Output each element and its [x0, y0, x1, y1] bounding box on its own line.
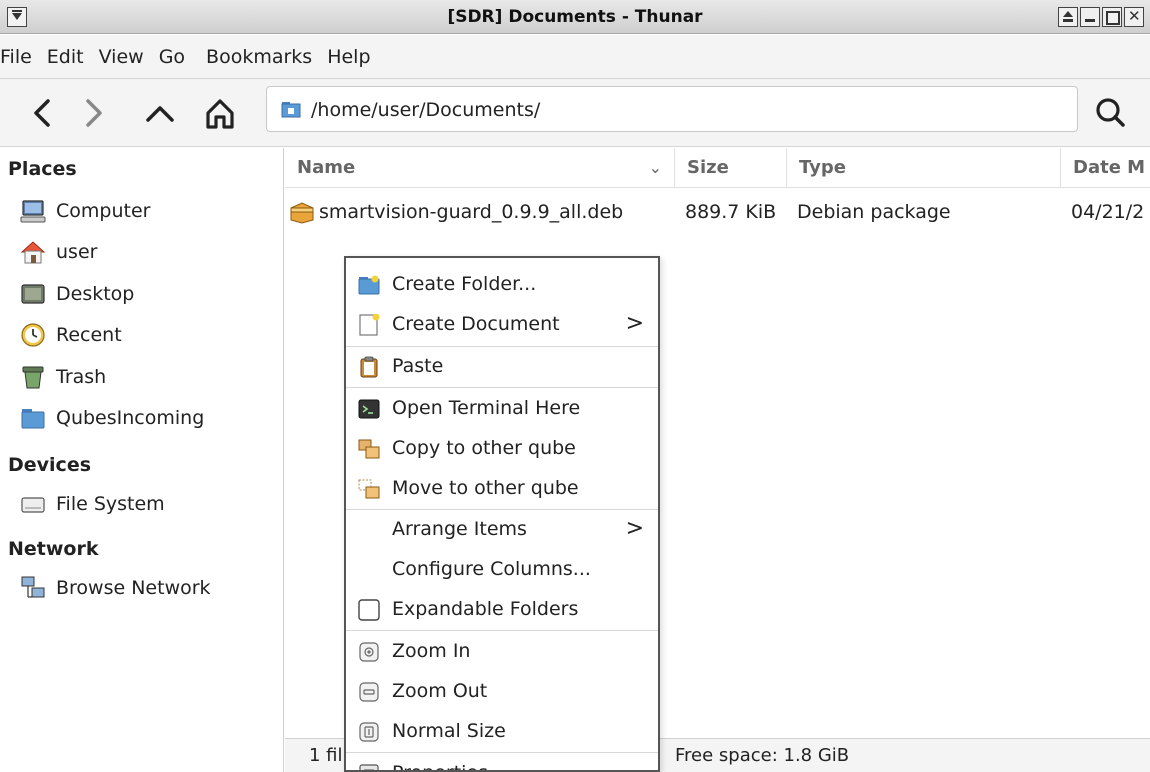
menu-item-arrange-items[interactable]: Arrange Items >	[346, 509, 658, 549]
drive-icon	[21, 497, 45, 513]
menu-item-create-folder[interactable]: Create Folder...	[346, 264, 658, 304]
up-icon[interactable]	[140, 93, 180, 133]
window-title: [SDR] Documents - Thunar	[447, 7, 703, 27]
network-icon	[21, 576, 45, 598]
menu-view[interactable]: View	[91, 35, 151, 79]
sidebar-item-qubesincoming[interactable]: QubesIncoming	[20, 401, 204, 435]
menu-item-configure-columns[interactable]: Configure Columns...	[346, 549, 658, 589]
location-bar[interactable]: /home/user/Documents/	[266, 86, 1078, 132]
title-bar: [SDR] Documents - Thunar	[0, 0, 1150, 34]
menu-help[interactable]: Help	[319, 35, 377, 79]
window-controls	[1058, 7, 1144, 27]
close-button[interactable]	[1124, 7, 1144, 27]
copy-qube-icon	[358, 439, 380, 459]
new-folder-icon	[358, 275, 380, 295]
desktop-icon	[21, 284, 45, 304]
zoom-out-icon	[359, 682, 379, 702]
new-document-icon	[359, 314, 380, 336]
trash-icon	[22, 366, 44, 389]
sidebar-header-devices: Devices	[8, 454, 92, 476]
search-icon[interactable]	[1090, 92, 1130, 132]
column-header-date[interactable]: Date M	[1061, 148, 1150, 188]
context-menu: Create Folder... Create Document > Paste…	[344, 256, 660, 772]
file-type: Debian package	[797, 201, 951, 223]
menu-bookmarks[interactable]: Bookmarks	[192, 35, 319, 79]
menu-item-normal-size[interactable]: Normal Size	[346, 711, 658, 751]
chevron-right-icon: >	[625, 311, 644, 336]
maximize-button[interactable]	[1102, 7, 1122, 27]
computer-icon	[20, 200, 46, 223]
terminal-icon	[358, 399, 380, 419]
recent-icon	[21, 323, 45, 347]
file-name: smartvision-guard_0.9.9_all.deb	[319, 201, 624, 223]
sidebar-item-computer[interactable]: Computer	[20, 194, 150, 228]
forward-icon[interactable]	[74, 93, 114, 133]
chevron-right-icon: >	[625, 516, 644, 541]
sidebar-item-browse-network[interactable]: Browse Network	[20, 571, 211, 605]
location-path: /home/user/Documents/	[311, 99, 541, 121]
zoom-in-icon	[359, 642, 379, 662]
menu-file[interactable]: File	[0, 35, 39, 79]
sort-descending-icon: ⌄	[648, 158, 662, 177]
file-date: 04/21/2	[1071, 201, 1145, 223]
folder-icon	[281, 102, 301, 118]
sidebar-item-trash[interactable]: Trash	[20, 360, 106, 394]
menu-item-open-terminal[interactable]: Open Terminal Here	[346, 388, 658, 428]
menu-go[interactable]: Go	[151, 35, 192, 79]
sidebar-item-desktop[interactable]: Desktop	[20, 277, 134, 311]
sidebar-header-network: Network	[8, 538, 99, 560]
table-row[interactable]: smartvision-guard_0.9.9_all.deb 889.7 Ki…	[285, 192, 1150, 232]
column-header-type[interactable]: Type	[787, 148, 1061, 188]
shade-button[interactable]	[1058, 7, 1078, 27]
menu-item-create-document[interactable]: Create Document >	[346, 304, 658, 344]
sidebar-item-recent[interactable]: Recent	[20, 318, 122, 352]
menu-item-copy-to-other-qube[interactable]: Copy to other qube	[346, 428, 658, 468]
column-header-name[interactable]: Name ⌄	[285, 148, 675, 188]
sidebar: Places Computer user Desktop Recent Tras…	[0, 148, 284, 772]
menu-item-move-to-other-qube[interactable]: Move to other qube	[346, 468, 658, 508]
properties-icon	[359, 764, 379, 770]
minimize-button[interactable]	[1080, 7, 1100, 27]
sidebar-header-places: Places	[8, 158, 77, 180]
folder-icon	[21, 409, 45, 429]
package-icon	[290, 202, 314, 224]
sidebar-item-file-system[interactable]: File System	[20, 487, 165, 521]
menubar: File Edit View Go Bookmarks Help	[0, 35, 1150, 79]
menu-item-expandable-folders[interactable]: Expandable Folders	[346, 589, 658, 629]
move-qube-icon	[358, 479, 380, 499]
menu-item-properties[interactable]: Properties	[346, 753, 658, 770]
menu-item-paste[interactable]: Paste	[346, 346, 658, 386]
checkbox-icon[interactable]	[358, 599, 380, 621]
back-icon[interactable]	[22, 93, 62, 133]
file-size: 889.7 KiB	[685, 201, 777, 223]
paste-icon	[360, 356, 378, 378]
menu-item-zoom-out[interactable]: Zoom Out	[346, 671, 658, 711]
column-header-size[interactable]: Size	[675, 148, 787, 188]
sidebar-item-user[interactable]: user	[20, 235, 97, 269]
status-free-space: Free space: 1.8 GiB	[675, 745, 850, 766]
home-icon[interactable]	[200, 93, 240, 133]
menu-edit[interactable]: Edit	[39, 35, 91, 79]
menu-item-zoom-in[interactable]: Zoom In	[346, 631, 658, 671]
status-item-count: 1 fil	[309, 745, 343, 766]
zoom-normal-icon	[359, 722, 379, 742]
home-folder-icon	[20, 241, 46, 264]
